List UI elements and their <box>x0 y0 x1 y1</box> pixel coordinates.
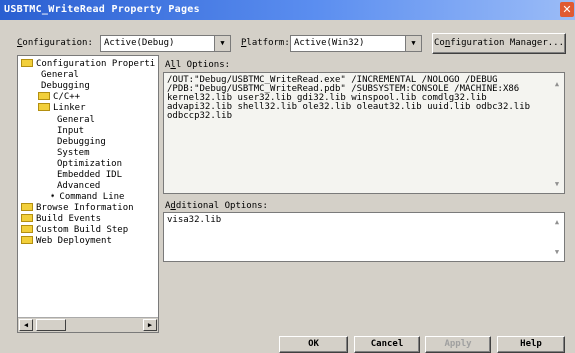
folder-open-icon <box>21 59 33 67</box>
help-button[interactable]: Help <box>497 336 565 353</box>
all-options-textbox[interactable]: /OUT:"Debug/USBTMC_WriteRead.exe" /INCRE… <box>163 72 565 194</box>
scroll-right-icon[interactable]: ▶ <box>143 319 157 331</box>
vertical-scrollbar[interactable]: ▲ ▼ <box>550 73 564 193</box>
chevron-down-icon[interactable]: ▼ <box>405 35 422 52</box>
tree-item[interactable]: Input <box>57 126 84 136</box>
scroll-left-icon[interactable]: ◀ <box>19 319 33 331</box>
tree-item[interactable]: System <box>57 148 90 158</box>
configuration-dropdown[interactable]: Active(Debug) ▼ <box>100 35 231 52</box>
tree-item[interactable]: C/C++ <box>38 92 80 102</box>
folder-open-icon <box>38 103 50 111</box>
platform-value: Active(Win32) <box>294 38 365 48</box>
folder-icon <box>21 225 33 233</box>
tree-item[interactable]: Optimization <box>57 159 122 169</box>
arrow-pointer-icon: ➧ <box>50 192 56 202</box>
configuration-label: Configuration: <box>17 38 93 48</box>
tree-item[interactable]: Debugging <box>57 137 106 147</box>
all-options-text: /OUT:"Debug/USBTMC_WriteRead.exe" /INCRE… <box>167 75 531 121</box>
tree-item-selected[interactable]: ➧ Command Line <box>50 192 124 202</box>
scroll-up-icon[interactable]: ▲ <box>550 215 564 229</box>
additional-options-textbox[interactable]: visa32.lib ▲ ▼ <box>163 212 565 262</box>
tree-item[interactable]: Custom Build Step <box>21 225 128 235</box>
vertical-scrollbar[interactable]: ▲ ▼ <box>550 213 564 261</box>
window-title: USBTMC_WriteRead Property Pages <box>4 4 200 15</box>
tree-item[interactable]: Linker <box>38 103 86 113</box>
platform-dropdown[interactable]: Active(Win32) ▼ <box>290 35 422 52</box>
tree-item[interactable]: Debugging <box>41 81 90 91</box>
tree-item[interactable]: Advanced <box>57 181 100 191</box>
tree-item[interactable]: Web Deployment <box>21 236 112 246</box>
tree-item[interactable]: Embedded IDL <box>57 170 122 180</box>
folder-icon <box>38 92 50 100</box>
ok-button[interactable]: OK <box>279 336 348 353</box>
all-options-label: All Options: <box>165 60 231 70</box>
folder-icon <box>21 203 33 211</box>
tree-item[interactable]: Build Events <box>21 214 101 224</box>
configuration-value: Active(Debug) <box>104 38 175 48</box>
close-icon[interactable]: ✕ <box>560 2 574 17</box>
scroll-up-icon[interactable]: ▲ <box>550 77 564 91</box>
chevron-down-icon[interactable]: ▼ <box>214 35 231 52</box>
property-tree[interactable]: Configuration Properti General Debugging… <box>17 55 159 333</box>
tree-item[interactable]: General <box>41 70 79 80</box>
scroll-down-icon[interactable]: ▼ <box>550 245 564 259</box>
apply-button[interactable]: Apply <box>425 336 491 353</box>
configuration-manager-button[interactable]: Configuration Manager... <box>432 33 566 54</box>
additional-options-label: Additional Options: <box>165 201 268 211</box>
platform-label: Platform: <box>241 38 290 48</box>
additional-options-text: visa32.lib <box>167 215 222 225</box>
scroll-thumb[interactable] <box>36 319 66 331</box>
tree-item[interactable]: General <box>57 115 95 125</box>
cancel-button[interactable]: Cancel <box>354 336 420 353</box>
tree-item[interactable]: Browse Information <box>21 203 134 213</box>
tree-item[interactable]: Configuration Properti <box>21 59 155 69</box>
scroll-down-icon[interactable]: ▼ <box>550 177 564 191</box>
folder-icon <box>21 214 33 222</box>
horizontal-scrollbar[interactable]: ◀ ▶ <box>18 317 158 332</box>
folder-icon <box>21 236 33 244</box>
title-bar: USBTMC_WriteRead Property Pages ✕ <box>0 0 575 20</box>
